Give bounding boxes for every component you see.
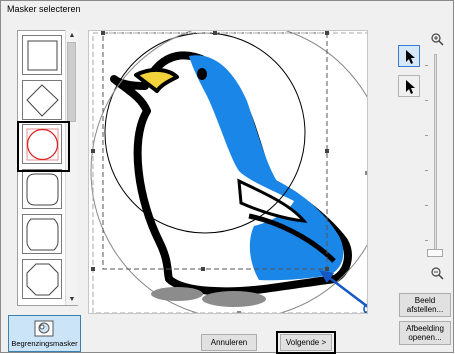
octagon-shape-icon: [26, 263, 59, 296]
slider-tick: [425, 135, 428, 136]
zoom-in-icon[interactable]: [431, 33, 444, 46]
bounding-mask-label: Begrenzingsmasker: [11, 339, 78, 348]
arrow-select-icon: [406, 50, 415, 64]
slider-tick: [425, 100, 428, 101]
image-canvas[interactable]: [88, 30, 368, 314]
arrow-point-icon: [406, 80, 415, 94]
zoom-out-icon[interactable]: [431, 267, 444, 280]
slider-tick: [425, 205, 428, 206]
select-tool-button[interactable]: [398, 45, 420, 67]
slider-tick: [425, 170, 428, 171]
penguin-image: [90, 31, 367, 313]
open-image-label-line1: Afbeelding: [406, 324, 444, 333]
zoom-slider-thumb[interactable]: [427, 249, 443, 257]
scroll-up-icon[interactable]: ▲: [66, 30, 78, 41]
zoom-slider-track[interactable]: [434, 54, 437, 254]
diamond-shape-icon: [26, 84, 59, 117]
shape-scalloped[interactable]: [22, 214, 62, 254]
mask-select-dialog: Masker selecteren ▲ ▼ Beeld afstellen...…: [0, 0, 454, 354]
selected-shape-highlight: [17, 121, 70, 172]
scrollbar-thumb[interactable]: [67, 42, 76, 122]
rectangle-shape-icon: [27, 40, 58, 71]
slider-tick: [425, 240, 428, 241]
slider-tick: [425, 65, 428, 66]
bounding-mask-icon: [34, 320, 54, 337]
bounding-mask-button[interactable]: Begrenzingsmasker: [8, 315, 81, 352]
shape-rounded-octagon[interactable]: [22, 169, 62, 209]
fit-image-button[interactable]: Beeld afstellen...: [399, 293, 451, 317]
cancel-button[interactable]: Annuleren: [201, 334, 257, 351]
next-button-highlight: [276, 331, 336, 354]
shape-octagon[interactable]: [22, 259, 62, 299]
open-image-label-line2: openen...: [408, 333, 442, 342]
point-tool-button[interactable]: [398, 75, 420, 97]
fit-image-label-line2: afstellen...: [406, 305, 444, 314]
fit-image-label-line1: Beeld: [414, 296, 436, 305]
scroll-down-icon[interactable]: ▼: [66, 294, 78, 305]
rounded-octagon-shape-icon: [26, 173, 59, 206]
shape-rectangle[interactable]: [22, 35, 62, 75]
shape-diamond[interactable]: [22, 80, 62, 120]
dialog-title: Masker selecteren: [7, 4, 81, 14]
scalloped-shape-icon: [26, 218, 59, 251]
open-image-button[interactable]: Afbeelding openen...: [399, 321, 451, 345]
